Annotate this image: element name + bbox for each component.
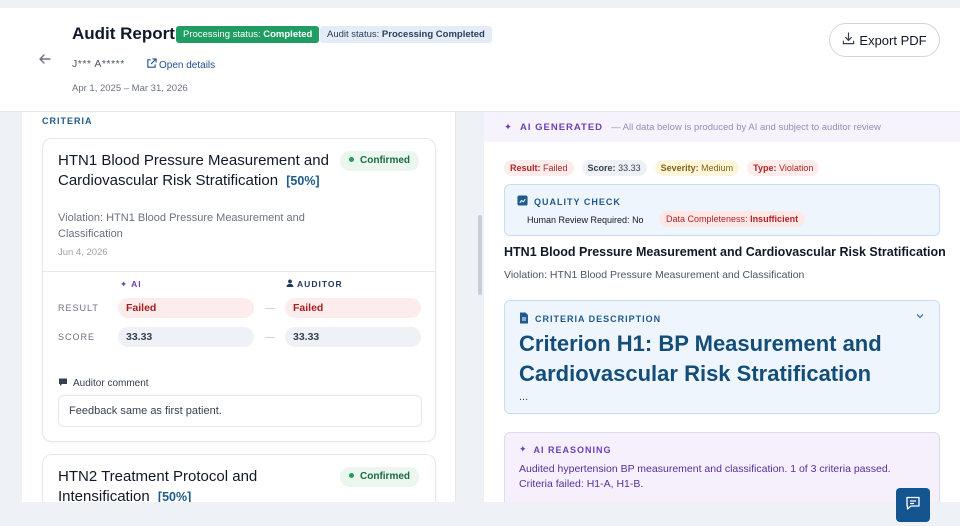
- processing-status-value: Completed: [263, 29, 313, 40]
- criteria-panel: CRITERIA HTN1 Blood Pressure Measurement…: [22, 112, 456, 502]
- audit-status-value: Processing Completed: [381, 29, 485, 40]
- criteria-description-heading: Criterion H1: BP Measurement and Cardiov…: [519, 331, 882, 386]
- ai-generated-note: — All data below is produced by AI and s…: [611, 121, 881, 133]
- processing-status-badge: Processing status: Completed: [176, 26, 320, 43]
- processing-status-label: Processing status:: [183, 29, 261, 40]
- ai-result-pill: Failed: [118, 298, 254, 318]
- audit-status-badge: Audit status: Processing Completed: [320, 26, 492, 43]
- score-tag: Score: 33.33: [581, 160, 647, 176]
- type-tag-label: Type:: [753, 163, 777, 173]
- criteria-percent: [50%]: [286, 174, 320, 188]
- ai-header-label: AI: [131, 279, 142, 289]
- ai-column-header: ✦ AI: [120, 279, 142, 290]
- top-strip: [0, 0, 960, 8]
- type-tag-value: Violation: [779, 163, 814, 173]
- chart-icon: [517, 195, 528, 208]
- ai-generated-banner: ✦ AI GENERATED — All data below is produ…: [484, 112, 960, 142]
- auditor-header-label: AUDITOR: [297, 279, 343, 289]
- criteria-detail-violation: Violation: HTN1 Blood Pressure Measureme…: [504, 269, 805, 281]
- criteria-title: HTN2 Treatment Protocol and Intensificat…: [58, 467, 348, 502]
- result-tag-label: Result:: [510, 163, 541, 173]
- quality-check-label: QUALITY CHECK: [534, 196, 621, 207]
- status-dot: [349, 473, 354, 478]
- sparkle-icon: ✦: [504, 121, 512, 133]
- quality-check-box: QUALITY CHECK Human Review Required: No …: [504, 184, 940, 236]
- ai-reasoning-title: ✦ AI REASONING: [519, 444, 612, 455]
- confirmed-label: Confirmed: [360, 471, 410, 482]
- auditor-comment-label: Auditor comment: [58, 377, 149, 390]
- auditor-comment-field[interactable]: Feedback same as first patient.: [58, 395, 422, 427]
- score-tag-label: Score:: [587, 163, 616, 173]
- report-header: Audit Report Processing status: Complete…: [0, 8, 960, 112]
- severity-tag-value: Medium: [701, 163, 734, 173]
- open-details-link[interactable]: Open details: [146, 58, 215, 72]
- severity-tag-label: Severity:: [660, 163, 699, 173]
- criteria-date: Jun 4, 2026: [58, 247, 108, 258]
- chevron-down-icon[interactable]: [915, 311, 925, 324]
- criteria-card[interactable]: HTN2 Treatment Protocol and Intensificat…: [42, 454, 436, 502]
- auditor-column-header: AUDITOR: [286, 279, 343, 289]
- criteria-title: HTN1 Blood Pressure Measurement and Card…: [58, 151, 348, 191]
- type-tag: Type: Violation: [747, 160, 820, 176]
- criteria-description-ellipsis: ...: [519, 391, 529, 403]
- human-review-value: No: [632, 215, 644, 225]
- human-review-label: Human Review Required:: [527, 215, 630, 225]
- data-completeness-badge: Data Completeness: Insufficient: [659, 211, 806, 227]
- criteria-description-panel[interactable]: CRITERIA DESCRIPTION Criterion H1: BP Me…: [504, 300, 940, 414]
- export-pdf-button[interactable]: Export PDF: [829, 23, 940, 57]
- score-row-label: SCORE: [58, 332, 96, 342]
- data-completeness-label: Data Completeness:: [666, 214, 748, 224]
- confirmed-label: Confirmed: [360, 155, 410, 166]
- ai-panel: ✦ AI GENERATED — All data below is produ…: [484, 112, 960, 502]
- divider: [43, 271, 435, 272]
- confirmed-badge: Confirmed: [340, 151, 419, 171]
- ai-score-pill: 33.33: [118, 327, 254, 347]
- status-dot: [349, 157, 354, 162]
- result-tag-value: Failed: [543, 163, 568, 173]
- score-tag-value: 33.33: [618, 163, 641, 173]
- human-review-required: Human Review Required: No: [527, 215, 644, 225]
- patient-name: J*** A*****: [72, 58, 125, 70]
- page-title: Audit Report: [72, 24, 175, 43]
- bottom-bar: [0, 502, 960, 526]
- document-icon: [519, 312, 529, 326]
- severity-tag: Severity: Medium: [654, 160, 740, 176]
- sparkle-icon: ✦: [120, 279, 129, 289]
- confirmed-badge: Confirmed: [340, 467, 419, 487]
- audit-status-label: Audit status:: [327, 29, 380, 40]
- criteria-detail-title: HTN1 Blood Pressure Measurement and Card…: [504, 245, 946, 259]
- chat-button[interactable]: [896, 488, 930, 522]
- user-icon: [286, 279, 294, 289]
- ai-generated-label: AI GENERATED: [519, 121, 604, 133]
- auditor-comment-title: Auditor comment: [73, 378, 149, 389]
- criteria-percent: [50%]: [157, 490, 192, 502]
- criteria-section-label: CRITERIA: [42, 116, 93, 126]
- sparkle-icon: ✦: [519, 444, 528, 454]
- criteria-description-title: CRITERIA DESCRIPTION: [519, 312, 661, 326]
- criteria-description-label: CRITERIA DESCRIPTION: [535, 314, 662, 324]
- auditor-result-pill: Failed: [285, 298, 421, 318]
- export-pdf-label: Export PDF: [859, 32, 927, 48]
- data-completeness-value: Insufficient: [750, 214, 799, 224]
- external-link-icon: [146, 58, 157, 72]
- open-details-label: Open details: [159, 59, 216, 71]
- download-icon: [842, 32, 855, 48]
- arrow-left-icon[interactable]: [36, 50, 54, 68]
- result-row-label: RESULT: [58, 303, 99, 313]
- ai-reasoning-text: Audited hypertension BP measurement and …: [519, 463, 891, 490]
- result-tag: Result: Failed: [504, 160, 574, 176]
- dash-separator: [265, 337, 275, 338]
- ai-reasoning-panel: ✦ AI REASONING Audited hypertension BP m…: [504, 432, 940, 502]
- chat-icon: [905, 495, 921, 516]
- criteria-card[interactable]: HTN1 Blood Pressure Measurement and Card…: [42, 138, 436, 442]
- date-range: Apr 1, 2025 – Mar 31, 2026: [72, 83, 188, 94]
- result-tags: Result: Failed Score: 33.33 Severity: Me…: [504, 160, 820, 176]
- left-panel-scrollbar[interactable]: [478, 215, 482, 295]
- dash-separator: [265, 308, 275, 309]
- auditor-score-pill: 33.33: [285, 327, 421, 347]
- chat-bubble-icon: [58, 377, 68, 390]
- quality-check-title: QUALITY CHECK: [517, 195, 621, 208]
- criteria-violation: Violation: HTN1 Blood Pressure Measureme…: [58, 212, 305, 240]
- ai-reasoning-label: AI REASONING: [533, 444, 612, 455]
